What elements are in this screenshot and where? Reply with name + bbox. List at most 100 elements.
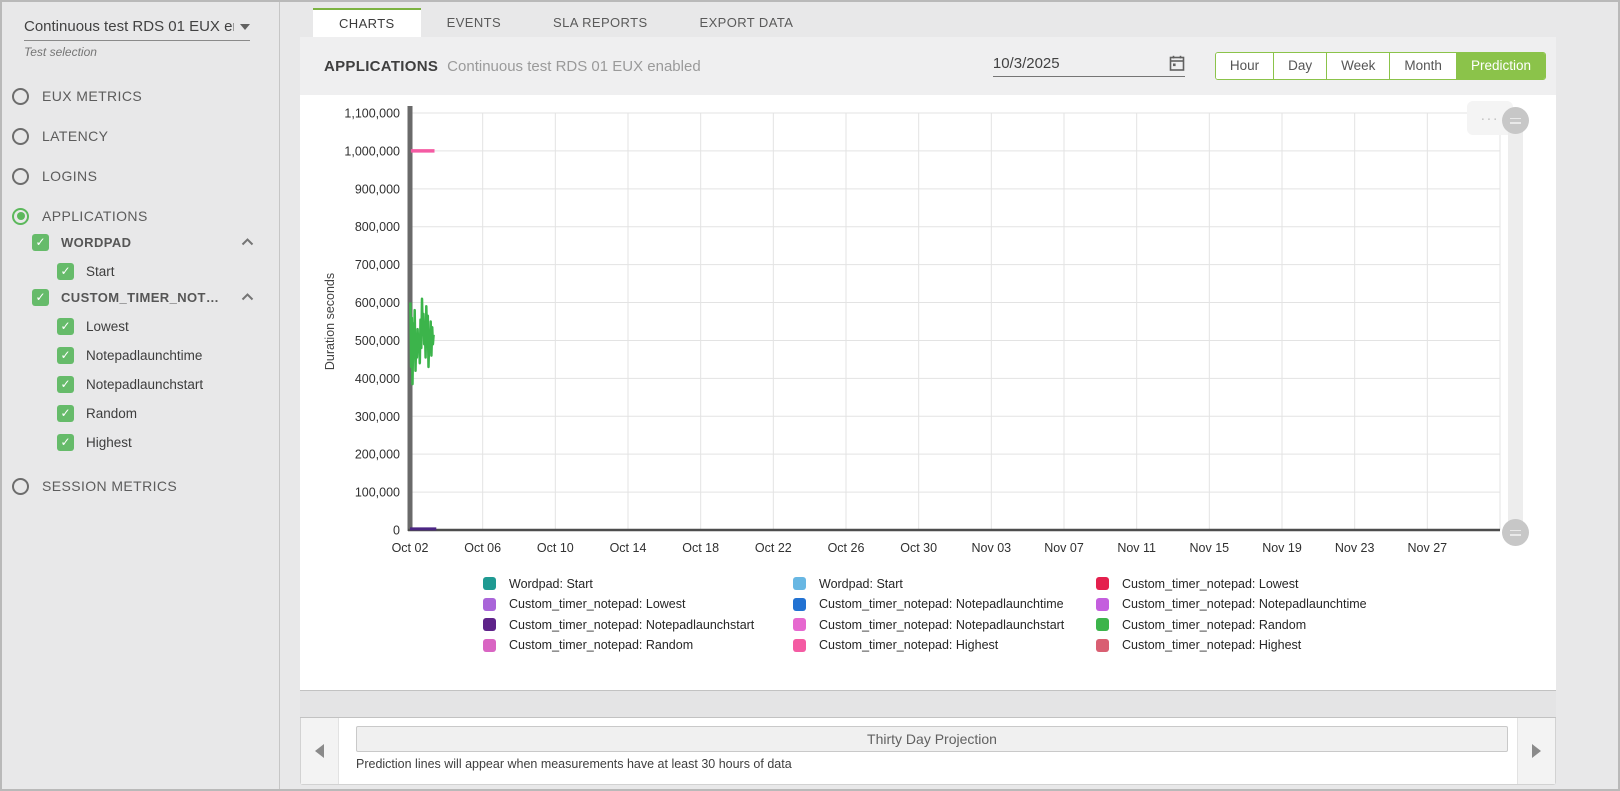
legend-label: Custom_timer_notepad: Highest (1122, 638, 1301, 652)
sidebar-item-applications[interactable]: APPLICATIONS (12, 206, 279, 226)
slider-handle-bottom[interactable] (1502, 519, 1529, 546)
legend-item[interactable]: Custom_timer_notepad: Highest (793, 639, 1064, 653)
test-selection-dropdown[interactable]: Continuous test RDS 01 EUX ena… (24, 18, 250, 41)
week-button[interactable]: Week (1326, 53, 1389, 79)
chevron-down-icon (240, 24, 250, 30)
checkbox-checked-icon: ✓ (57, 318, 74, 335)
chart-zoom-slider[interactable] (1508, 107, 1523, 539)
svg-text:800,000: 800,000 (355, 220, 400, 234)
calendar-icon[interactable] (1169, 55, 1185, 72)
legend-label: Custom_timer_notepad: Highest (819, 638, 998, 652)
legend-swatch (793, 618, 806, 631)
legend-column: Wordpad: Start Custom_timer_notepad: Note… (793, 577, 1064, 659)
tab-bar: CHARTS EVENTS SLA REPORTS EXPORT DATA (300, 8, 1556, 37)
svg-text:1,100,000: 1,100,000 (344, 107, 400, 121)
hour-button[interactable]: Hour (1216, 53, 1273, 79)
radio-icon (12, 478, 29, 495)
chart-legend: Wordpad: Start Custom_timer_notepad: Lowe… (300, 577, 1556, 677)
legend-item[interactable]: Custom_timer_notepad: Notepadlaunchstart (483, 618, 754, 632)
tab-sla-reports[interactable]: SLA REPORTS (527, 8, 673, 37)
legend-column: Custom_timer_notepad: Lowest Custom_timer… (1096, 577, 1367, 659)
month-button[interactable]: Month (1389, 53, 1456, 79)
applications-chart: 0100,000200,000300,000400,000500,000600,… (300, 95, 1556, 565)
svg-text:900,000: 900,000 (355, 182, 400, 196)
svg-text:Oct 26: Oct 26 (828, 541, 865, 555)
tab-charts[interactable]: CHARTS (313, 8, 421, 37)
legend-item[interactable]: Custom_timer_notepad: Lowest (483, 598, 754, 612)
legend-label: Wordpad: Start (509, 577, 593, 591)
svg-text:Oct 14: Oct 14 (610, 541, 647, 555)
svg-text:Oct 18: Oct 18 (682, 541, 719, 555)
svg-text:500,000: 500,000 (355, 334, 400, 348)
legend-label: Custom_timer_notepad: Random (509, 638, 693, 652)
svg-text:300,000: 300,000 (355, 410, 400, 424)
panel-divider (300, 690, 1556, 718)
svg-text:0: 0 (393, 524, 400, 538)
svg-text:700,000: 700,000 (355, 258, 400, 272)
checkbox-checked-icon: ✓ (57, 405, 74, 422)
checkbox-checked-icon: ✓ (32, 234, 49, 251)
prediction-button[interactable]: Prediction (1456, 53, 1545, 79)
chevron-up-icon[interactable] (241, 238, 254, 246)
prediction-note: Prediction lines will appear when measur… (356, 757, 1508, 771)
legend-swatch (483, 598, 496, 611)
legend-label: Custom_timer_notepad: Notepadlaunchtime (819, 597, 1064, 611)
sidebar-item-logins[interactable]: LOGINS (12, 166, 279, 186)
svg-text:Nov 23: Nov 23 (1335, 541, 1375, 555)
legend-label: Custom_timer_notepad: Lowest (509, 597, 685, 611)
radio-icon (12, 128, 29, 145)
sidebar-item-eux-metrics[interactable]: EUX METRICS (12, 86, 279, 106)
svg-text:Oct 10: Oct 10 (537, 541, 574, 555)
page-subtitle: Continuous test RDS 01 EUX enabled (447, 58, 700, 75)
legend-item[interactable]: Wordpad: Start (793, 577, 1064, 591)
svg-text:Nov 15: Nov 15 (1190, 541, 1230, 555)
legend-swatch (483, 618, 496, 631)
legend-item[interactable]: Custom_timer_notepad: Notepadlaunchtime (793, 598, 1064, 612)
sidebar: Continuous test RDS 01 EUX ena… Test sel… (2, 2, 280, 789)
scroll-right-button[interactable] (1517, 718, 1555, 784)
sidebar-item-highest[interactable]: ✓ Highest (57, 432, 279, 452)
date-input[interactable]: 10/3/2025 (993, 55, 1185, 77)
sidebar-item-start[interactable]: ✓ Start (57, 261, 279, 281)
legend-item[interactable]: Custom_timer_notepad: Lowest (1096, 577, 1367, 591)
scroll-left-button[interactable] (301, 718, 339, 784)
date-value: 10/3/2025 (993, 55, 1169, 72)
main-content: CHARTS EVENTS SLA REPORTS EXPORT DATA AP… (300, 0, 1556, 785)
thirty-day-projection-header[interactable]: Thirty Day Projection (356, 726, 1508, 752)
legend-label: Custom_timer_notepad: Notepadlaunchstart (819, 618, 1064, 632)
legend-item[interactable]: Custom_timer_notepad: Notepadlaunchtime (1096, 598, 1367, 612)
legend-label: Custom_timer_notepad: Lowest (1122, 577, 1298, 591)
day-button[interactable]: Day (1273, 53, 1326, 79)
radio-selected-icon (12, 208, 29, 225)
sidebar-item-session-metrics[interactable]: SESSION METRICS (12, 476, 279, 496)
sidebar-group-wordpad[interactable]: ✓ WORDPAD (32, 232, 254, 252)
chevron-up-icon[interactable] (241, 293, 254, 301)
legend-item[interactable]: Wordpad: Start (483, 577, 754, 591)
arrow-right-icon (1532, 744, 1541, 758)
sidebar-group-custom-timer-notepad[interactable]: ✓ CUSTOM_TIMER_NOT… (32, 287, 254, 307)
checkbox-checked-icon: ✓ (57, 347, 74, 364)
checkbox-checked-icon: ✓ (57, 376, 74, 393)
legend-item[interactable]: Custom_timer_notepad: Random (1096, 618, 1367, 632)
svg-text:100,000: 100,000 (355, 486, 400, 500)
legend-item[interactable]: Custom_timer_notepad: Random (483, 639, 754, 653)
sidebar-item-notepadlaunchtime[interactable]: ✓ Notepadlaunchtime (57, 345, 279, 365)
legend-label: Custom_timer_notepad: Notepadlaunchstart (509, 618, 754, 632)
sidebar-item-latency[interactable]: LATENCY (12, 126, 279, 146)
svg-text:Nov 19: Nov 19 (1262, 541, 1302, 555)
legend-swatch (1096, 639, 1109, 652)
sidebar-item-random[interactable]: ✓ Random (57, 403, 279, 423)
svg-text:Oct 30: Oct 30 (900, 541, 937, 555)
test-selection-caption: Test selection (24, 45, 279, 59)
legend-item[interactable]: Custom_timer_notepad: Highest (1096, 639, 1367, 653)
tab-export-data[interactable]: EXPORT DATA (674, 8, 820, 37)
sidebar-item-notepadlaunchstart[interactable]: ✓ Notepadlaunchstart (57, 374, 279, 394)
sidebar-item-lowest[interactable]: ✓ Lowest (57, 316, 279, 336)
legend-item[interactable]: Custom_timer_notepad: Notepadlaunchstart (793, 618, 1064, 632)
slider-handle-top[interactable] (1502, 107, 1529, 134)
checkbox-checked-icon: ✓ (57, 263, 74, 280)
legend-label: Wordpad: Start (819, 577, 903, 591)
projection-panel: Thirty Day Projection Prediction lines w… (300, 718, 1556, 785)
svg-text:Oct 02: Oct 02 (392, 541, 429, 555)
tab-events[interactable]: EVENTS (421, 8, 527, 37)
